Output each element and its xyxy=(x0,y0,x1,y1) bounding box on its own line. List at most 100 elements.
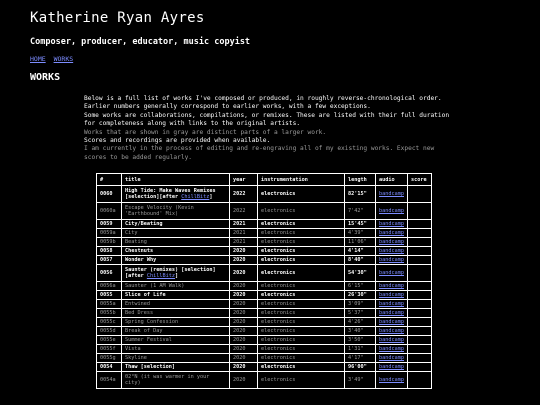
table-row: 0055f Vista 2020 electronics 1'31" bandcamp xyxy=(96,344,432,354)
table-row: 0059a City 2021 electronics 4'39" bandcamp xyxy=(96,228,432,238)
nav-works-link[interactable]: WORKS xyxy=(54,55,74,63)
cell-number: 0055g xyxy=(96,353,122,363)
table-row: 0060 High Tide: Make Waves Remixes [selec… xyxy=(96,185,432,203)
bandcamp-link[interactable]: bandcamp xyxy=(379,239,404,245)
work-title: City/Beating xyxy=(125,221,163,227)
bandcamp-link[interactable]: bandcamp xyxy=(379,230,404,236)
cell-score xyxy=(407,362,432,372)
cell-length: 82'15" xyxy=(344,185,376,203)
cell-instrumentation: electronics xyxy=(257,326,345,336)
cell-number: 0055b xyxy=(96,308,122,318)
cell-year: 2020 xyxy=(229,264,258,282)
cell-number: 0055a xyxy=(96,299,122,309)
bandcamp-link[interactable]: bandcamp xyxy=(379,221,404,227)
bandcamp-link[interactable]: bandcamp xyxy=(379,283,404,289)
original-artist-link[interactable]: ChillBitz xyxy=(147,273,175,279)
cell-audio: bandcamp xyxy=(375,185,408,203)
column-header-title: title xyxy=(121,173,230,186)
nav-home-link[interactable]: HOME xyxy=(30,55,46,63)
cell-score xyxy=(407,326,432,336)
cell-score xyxy=(407,308,432,318)
work-title-end: ] xyxy=(174,273,179,279)
cell-number: 0058 xyxy=(96,246,122,256)
work-title: Vista xyxy=(125,346,141,352)
cell-length: 5'37" xyxy=(344,308,376,318)
cell-title: Bed Dress xyxy=(121,308,230,318)
cell-score xyxy=(407,344,432,354)
cell-title: High Tide: Make Waves Remixes [selection… xyxy=(121,185,230,203)
bandcamp-link[interactable]: bandcamp xyxy=(379,270,404,276)
bandcamp-link[interactable]: bandcamp xyxy=(379,337,404,343)
bandcamp-link[interactable]: bandcamp xyxy=(379,310,404,316)
cell-title: Wonder Why xyxy=(121,255,230,265)
work-title: Skyline xyxy=(125,355,147,361)
work-title: Wonder Why xyxy=(125,257,157,263)
cell-title: Saunter (1 AM Walk) xyxy=(121,281,230,291)
work-title: Spring Confession xyxy=(125,319,179,325)
table-row: 0054 Thaw [selection] 2020 electronics 96'00… xyxy=(96,362,432,372)
cell-title: Beating xyxy=(121,237,230,247)
bandcamp-link[interactable]: bandcamp xyxy=(379,292,404,298)
cell-length: 3'40" xyxy=(344,326,376,336)
bandcamp-link[interactable]: bandcamp xyxy=(379,355,404,361)
cell-audio: bandcamp xyxy=(375,371,408,389)
original-artist-link[interactable]: ChillBitz xyxy=(181,194,209,200)
work-title: Escape Velocity (Kevin 'Earthbound' Mix) xyxy=(125,205,194,217)
cell-year: 2020 xyxy=(229,353,258,363)
cell-audio: bandcamp xyxy=(375,237,408,247)
cell-length: 8'40" xyxy=(344,255,376,265)
bandcamp-link[interactable]: bandcamp xyxy=(379,364,404,370)
cell-instrumentation: electronics xyxy=(257,371,345,389)
cell-year: 2020 xyxy=(229,308,258,318)
cell-number: 0055c xyxy=(96,317,122,327)
bandcamp-link[interactable]: bandcamp xyxy=(379,208,404,214)
cell-year: 2021 xyxy=(229,219,258,229)
table-row: 0055b Bed Dress 2020 electronics 5'37" bandca… xyxy=(96,308,432,318)
cell-audio: bandcamp xyxy=(375,344,408,354)
column-header-score: score xyxy=(407,173,432,186)
cell-length: 96'00" xyxy=(344,362,376,372)
cell-score xyxy=(407,281,432,291)
bandcamp-link[interactable]: bandcamp xyxy=(379,257,404,263)
bandcamp-link[interactable]: bandcamp xyxy=(379,346,404,352)
cell-score xyxy=(407,299,432,309)
cell-year: 2020 xyxy=(229,344,258,354)
bandcamp-link[interactable]: bandcamp xyxy=(379,191,404,197)
bandcamp-link[interactable]: bandcamp xyxy=(379,377,404,383)
cell-instrumentation: electronics xyxy=(257,362,345,372)
cell-year: 2020 xyxy=(229,371,258,389)
site-title: Katherine Ryan Ayres xyxy=(30,10,205,26)
bandcamp-link[interactable]: bandcamp xyxy=(379,301,404,307)
table-row: 0055e Summer Festival 2020 electronics 3'50"… xyxy=(96,335,432,345)
cell-length: 4'17" xyxy=(344,353,376,363)
cell-score xyxy=(407,255,432,265)
cell-title: City/Beating xyxy=(121,219,230,229)
nav-bar: HOME WORKS xyxy=(30,55,77,63)
cell-length: 3'49" xyxy=(344,371,376,389)
cell-score xyxy=(407,264,432,282)
cell-length: 3'09" xyxy=(344,299,376,309)
bandcamp-link[interactable]: bandcamp xyxy=(379,248,404,254)
bandcamp-link[interactable]: bandcamp xyxy=(379,328,404,334)
cell-number: 0055 xyxy=(96,290,122,300)
cell-instrumentation: electronics xyxy=(257,185,345,203)
cell-number: 0056a xyxy=(96,281,122,291)
cell-title: Thaw [selection] xyxy=(121,362,230,372)
cell-audio: bandcamp xyxy=(375,264,408,282)
cell-instrumentation: electronics xyxy=(257,246,345,256)
cell-title: Saunter (remixes) [selection][after Chil… xyxy=(121,264,230,282)
cell-instrumentation: electronics xyxy=(257,335,345,345)
cell-number: 0059 xyxy=(96,219,122,229)
cell-score xyxy=(407,290,432,300)
cell-title: Entwined xyxy=(121,299,230,309)
intro-paragraph: Some works are collaborations, compilati… xyxy=(84,111,450,128)
bandcamp-link[interactable]: bandcamp xyxy=(379,319,404,325)
cell-audio: bandcamp xyxy=(375,317,408,327)
cell-length: 4'26" xyxy=(344,317,376,327)
cell-length: 54'30" xyxy=(344,264,376,282)
intro-gray-note: Works that are shown in gray are distinc… xyxy=(84,128,327,136)
table-row: 0055a Entwined 2020 electronics 3'09" bandcam… xyxy=(96,299,432,309)
works-table: # title year instrumentation length audi… xyxy=(96,173,432,389)
cell-year: 2020 xyxy=(229,335,258,345)
cell-title: City xyxy=(121,228,230,238)
